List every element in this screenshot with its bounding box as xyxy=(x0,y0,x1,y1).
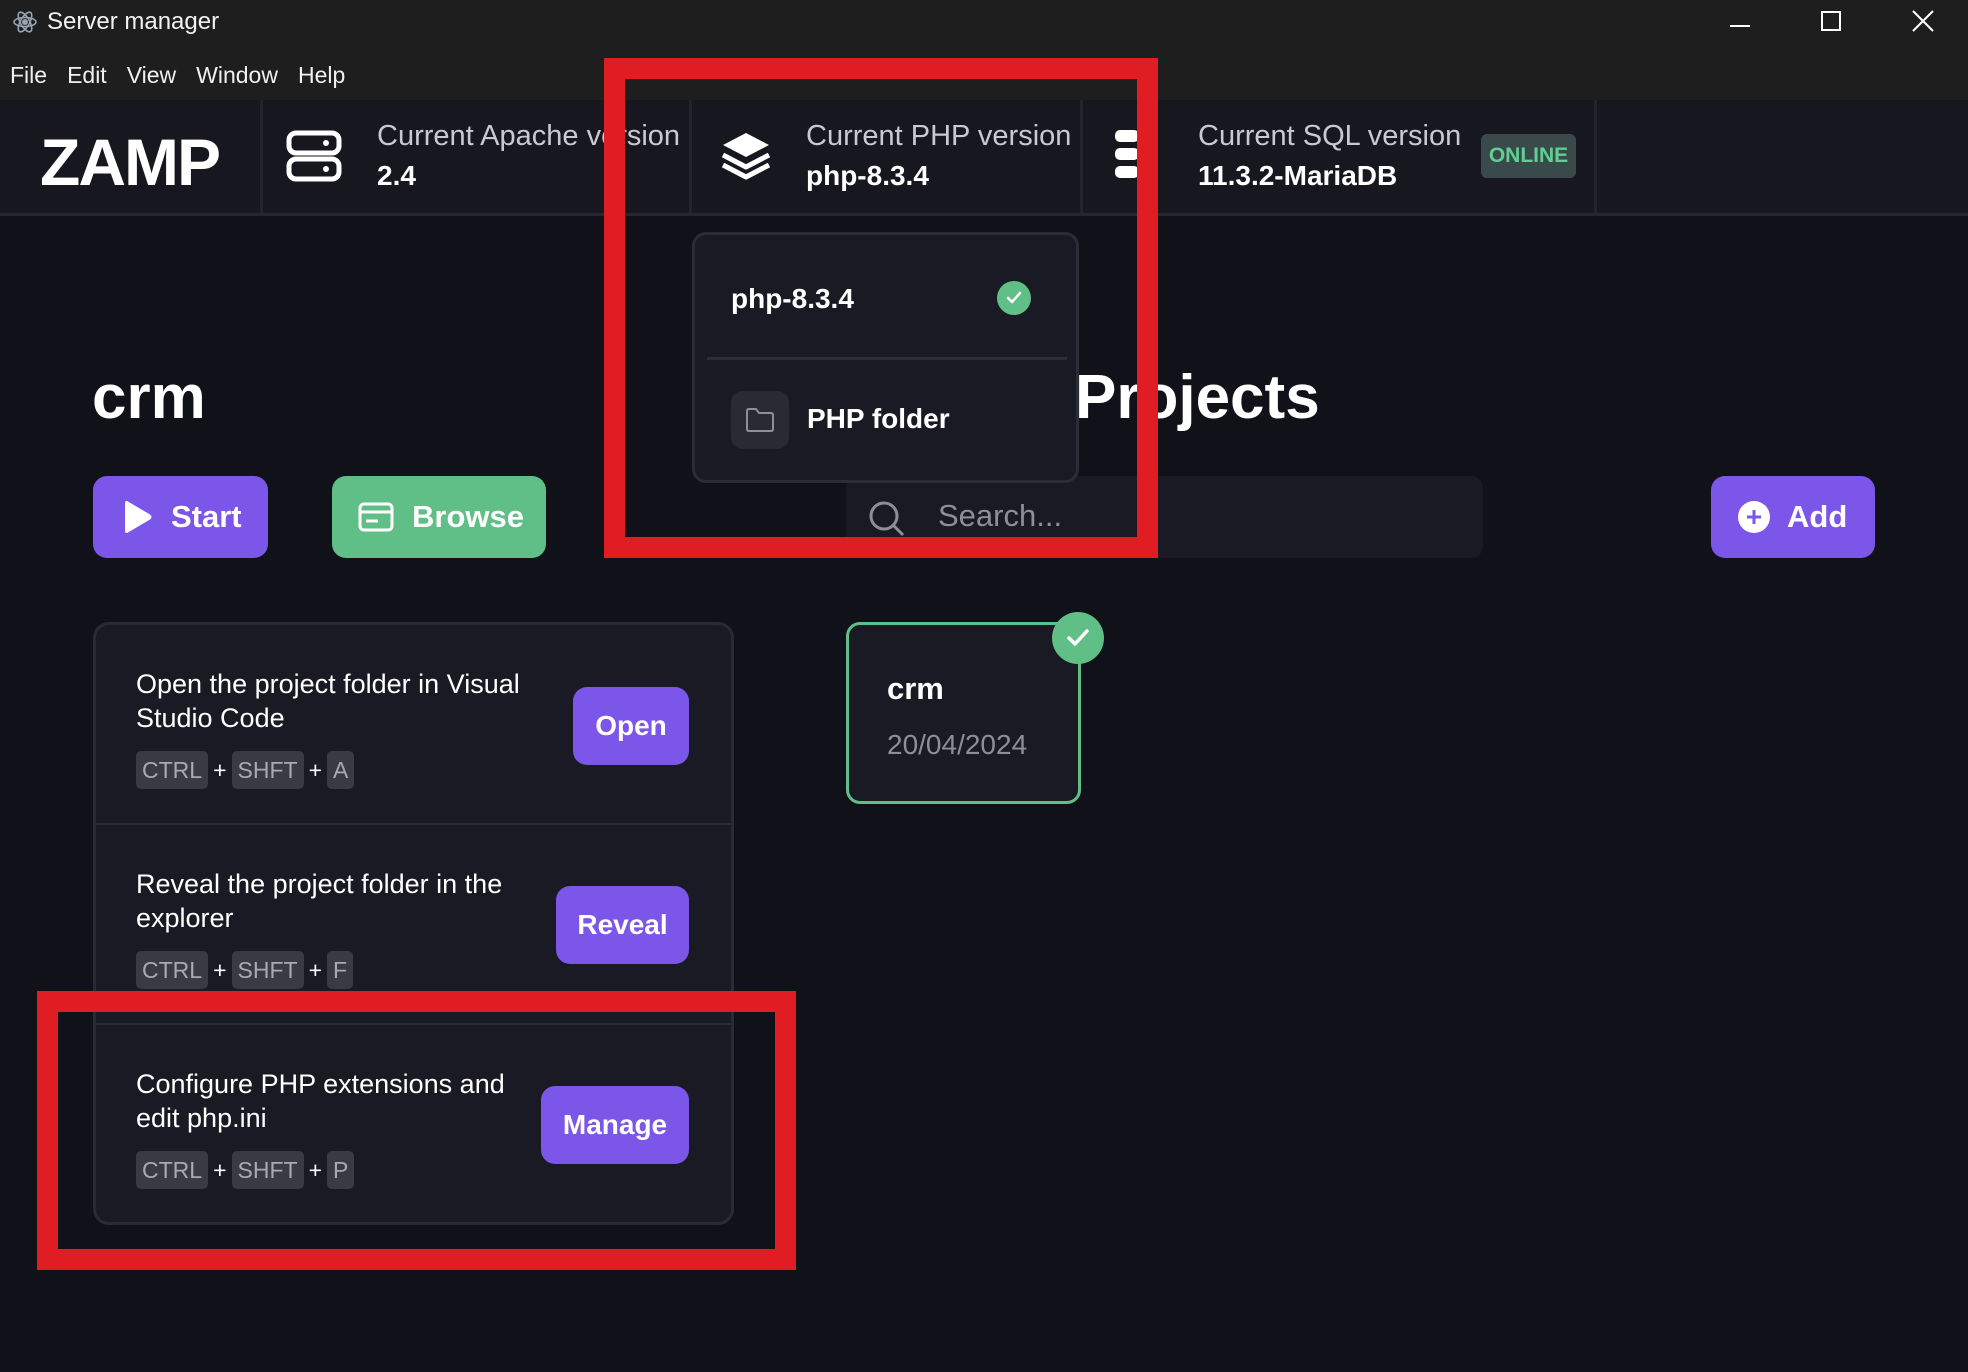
server-icon xyxy=(286,130,342,182)
shortcut-keys: CTRL + SHFT + A xyxy=(136,751,355,789)
search-input[interactable]: Search... xyxy=(846,476,1483,558)
project-card-name: crm xyxy=(887,671,944,706)
open-button[interactable]: Open xyxy=(573,687,689,765)
action-row: Reveal the project folder in the explore… xyxy=(96,825,731,1023)
close-icon xyxy=(1912,10,1934,32)
minimize-button[interactable] xyxy=(1710,4,1770,38)
menu-help[interactable]: Help xyxy=(288,58,355,92)
header-divider xyxy=(260,100,263,213)
key-letter: A xyxy=(327,751,355,789)
shortcut-keys: CTRL + SHFT + F xyxy=(136,951,354,989)
database-icon xyxy=(1115,130,1139,178)
search-icon xyxy=(869,501,905,537)
app-icon xyxy=(13,11,37,33)
action-description: Reveal the project folder in the explore… xyxy=(136,869,503,933)
key-letter: F xyxy=(327,951,354,989)
sql-version-value: 11.3.2-MariaDB xyxy=(1198,160,1398,191)
key-ctrl: CTRL xyxy=(136,1151,209,1189)
start-button[interactable]: Start xyxy=(93,476,268,558)
menu-view[interactable]: View xyxy=(117,58,186,92)
reveal-button[interactable]: Reveal xyxy=(556,886,689,964)
header-divider xyxy=(1594,100,1597,213)
menu-file[interactable]: File xyxy=(0,58,57,92)
php-version-value: php-8.3.4 xyxy=(806,160,929,191)
php-folder-label: PHP folder xyxy=(807,403,950,434)
action-row: Open the project folder in Visual Studio… xyxy=(96,625,731,823)
search-placeholder: Search... xyxy=(938,498,1063,533)
window-title: Server manager xyxy=(47,8,220,35)
manage-button[interactable]: Manage xyxy=(541,1086,689,1164)
key-ctrl: CTRL xyxy=(136,751,209,789)
sql-status-badge: ONLINE xyxy=(1481,134,1576,178)
minimize-icon xyxy=(1730,25,1750,27)
apache-version-label: Current Apache version xyxy=(377,120,681,152)
menu-edit[interactable]: Edit xyxy=(57,58,117,92)
key-shift: SHFT xyxy=(231,1151,304,1189)
menu-bar: File Edit View Window Help xyxy=(0,58,355,92)
php-version-label: Current PHP version xyxy=(806,120,1072,152)
shortcut-keys: CTRL + SHFT + P xyxy=(136,1151,355,1189)
project-card[interactable]: crm 20/04/2024 xyxy=(846,622,1081,804)
project-title: crm xyxy=(92,363,206,432)
maximize-button[interactable] xyxy=(1801,4,1861,38)
divider xyxy=(707,357,1067,360)
php-version-selector[interactable]: Current PHP version php-8.3.4 xyxy=(692,100,1080,213)
menu-window[interactable]: Window xyxy=(186,58,288,92)
project-actions-panel: Open the project folder in Visual Studio… xyxy=(93,622,734,1225)
action-description: Configure PHP extensions and edit php.in… xyxy=(136,1069,505,1133)
active-check-icon xyxy=(1052,612,1104,664)
title-bar: Server manager File Edit View Window Hel… xyxy=(0,0,1968,100)
project-card-date: 20/04/2024 xyxy=(887,729,1028,760)
add-project-button[interactable]: Add xyxy=(1711,476,1875,558)
key-shift: SHFT xyxy=(231,951,304,989)
action-description: Open the project folder in Visual Studio… xyxy=(136,669,520,733)
folder-icon xyxy=(731,391,789,449)
key-shift: SHFT xyxy=(231,751,304,789)
projects-title: Projects xyxy=(1075,363,1320,432)
app-logo: ZAMP xyxy=(40,125,221,199)
plus-circle-icon xyxy=(1738,501,1770,533)
play-icon xyxy=(125,501,152,533)
header-divider xyxy=(1080,100,1083,213)
browser-window-icon xyxy=(358,502,394,532)
php-folder-option[interactable]: PHP folder xyxy=(695,361,1076,480)
action-row: Configure PHP extensions and edit php.in… xyxy=(96,1025,731,1223)
layers-icon xyxy=(721,133,771,180)
apache-version-value: 2.4 xyxy=(377,160,416,191)
key-ctrl: CTRL xyxy=(136,951,209,989)
selected-check-icon xyxy=(997,281,1031,315)
close-button[interactable] xyxy=(1893,4,1953,38)
php-version-dropdown: php-8.3.4 PHP folder xyxy=(692,232,1079,483)
browse-button[interactable]: Browse xyxy=(332,476,546,558)
php-version-option[interactable]: php-8.3.4 xyxy=(695,235,1076,355)
start-label: Start xyxy=(171,499,242,534)
php-version-option-label: php-8.3.4 xyxy=(731,283,854,314)
maximize-icon xyxy=(1821,11,1841,31)
browse-label: Browse xyxy=(412,499,524,534)
key-letter: P xyxy=(327,1151,355,1189)
sql-version-label: Current SQL version xyxy=(1198,120,1462,152)
add-label: Add xyxy=(1787,499,1848,534)
